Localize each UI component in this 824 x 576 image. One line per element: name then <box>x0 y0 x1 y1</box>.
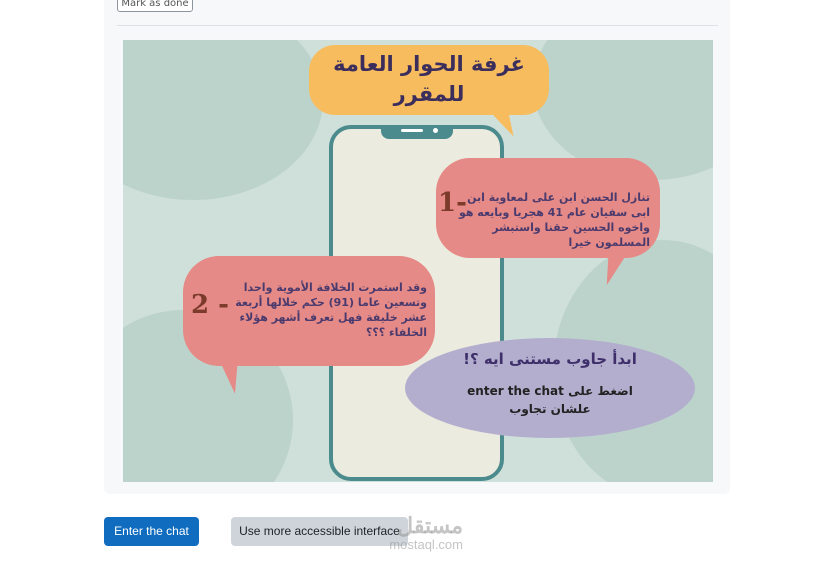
phone-notch <box>381 125 453 139</box>
watermark: مستقل mostaql.com <box>343 514 463 552</box>
chat-intro-image: غرفة الحوار العامة للمقرر 1- تنازل الحسن… <box>123 40 713 482</box>
cta-line2: علشان تجاوب <box>509 402 591 416</box>
phone-speaker <box>401 129 423 132</box>
cta-line1: اضغط على enter the chat <box>467 384 633 398</box>
mark-as-done-button[interactable]: Mark as done <box>117 0 193 12</box>
banner-title-line2: للمقرر <box>393 82 465 106</box>
background-shape <box>123 40 323 200</box>
question-bubble-2: 2 - وقد استمرت الخلافة الأموية واحدا وتس… <box>183 256 435 366</box>
watermark-arabic: مستقل <box>397 513 463 538</box>
banner-title-line1: غرفة الحوار العامة <box>333 52 525 76</box>
title-bubble: غرفة الحوار العامة للمقرر <box>309 45 549 115</box>
bubble2-text: وقد استمرت الخلافة الأموية واحدا وتسعين … <box>235 281 427 339</box>
cta-title: ابدأ جاوب مستنى ايه ؟! <box>463 350 637 368</box>
enter-chat-button[interactable]: Enter the chat <box>104 517 199 546</box>
question-bubble-1: 1- تنازل الحسن ابن على لمعاوية ابن ابى س… <box>436 158 660 258</box>
watermark-latin: mostaql.com <box>389 537 463 552</box>
call-to-action-bubble: ابدأ جاوب مستنى ايه ؟! اضغط على enter th… <box>405 338 695 438</box>
divider <box>117 25 718 26</box>
bubble1-text: تنازل الحسن ابن على لمعاوية ابن ابى سفيا… <box>458 191 650 249</box>
phone-camera <box>433 128 438 133</box>
